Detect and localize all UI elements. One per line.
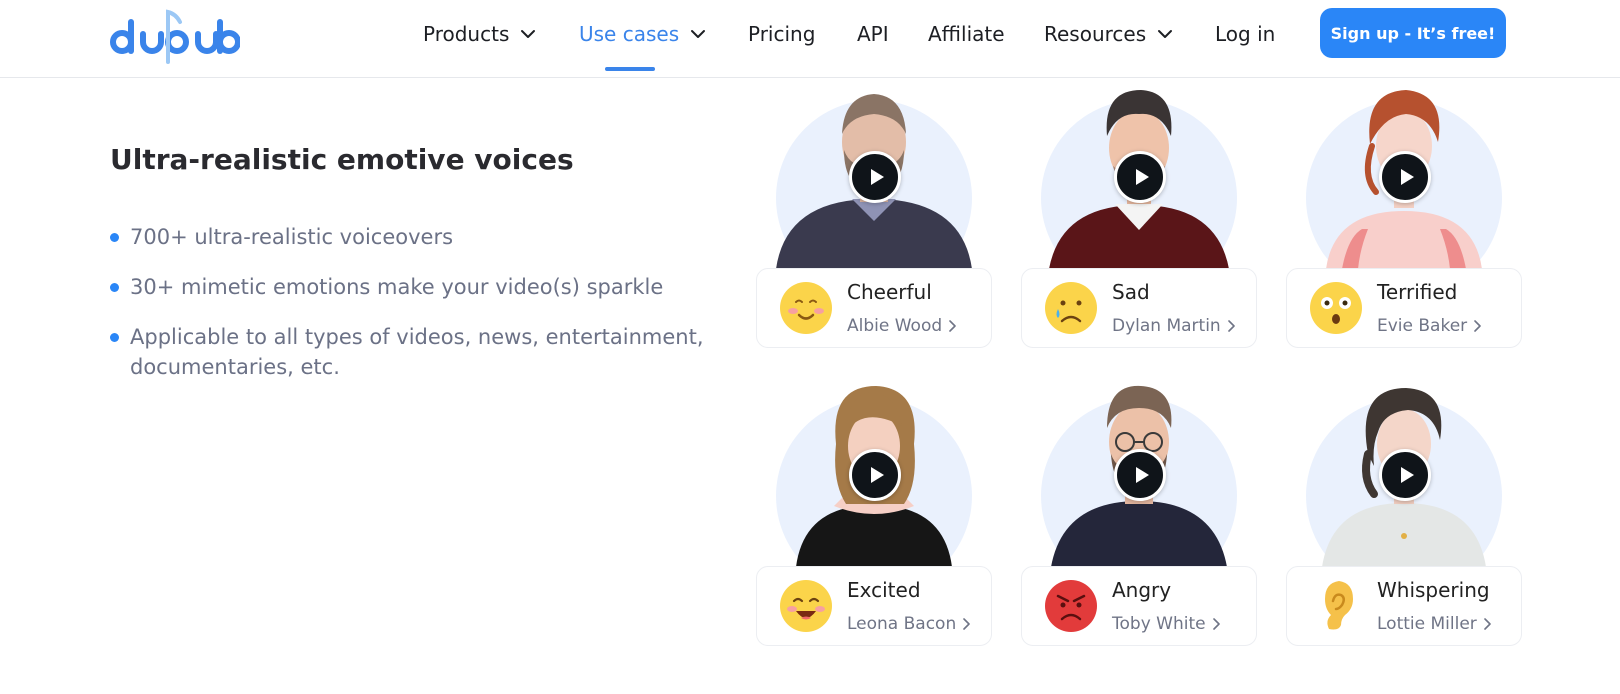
voice-info-box: Angry Toby White [1021,566,1257,646]
feature-item: Applicable to all types of videos, news,… [110,322,750,382]
emotion-label: Cheerful [847,280,932,304]
speaker-link[interactable]: Dylan Martin [1112,316,1237,336]
nav-resources-label: Resources [1044,22,1147,46]
feature-item: 700+ ultra-realistic voiceovers [110,222,750,252]
cheerful-emoji [780,282,832,334]
chevron-right-icon [1483,618,1491,630]
section-title: Ultra-realistic emotive voices [110,143,574,176]
voice-card-cheerful: Cheerful Albie Wood [756,86,992,372]
play-button[interactable] [1114,449,1166,501]
terrified-emoji [1310,282,1362,334]
ear-emoji [1325,581,1353,630]
voice-card-angry: Angry Toby White [1021,384,1257,670]
nav-affiliate-label: Affiliate [928,22,1005,46]
speaker-link[interactable]: Leona Bacon [847,614,972,634]
signup-button[interactable]: Sign up - It’s free! [1320,8,1506,58]
nav-api[interactable]: API [857,18,889,50]
feature-text: Applicable to all types of videos, news,… [130,325,704,379]
nav-use-cases[interactable]: Use cases [579,18,707,50]
feature-text: 700+ ultra-realistic voiceovers [130,225,454,249]
play-icon [870,169,884,185]
chevron-right-icon [1474,320,1481,332]
speaker-link[interactable]: Evie Baker [1377,316,1483,336]
play-icon [1135,169,1149,185]
play-icon [870,467,884,483]
bullet-icon [110,333,119,342]
chevron-down-icon [1158,30,1173,38]
chevron-right-icon [949,320,956,332]
nav-pricing-label: Pricing [748,22,816,46]
emotion-label: Terrified [1377,280,1458,304]
nav-login[interactable]: Log in [1215,18,1275,50]
speaker-name: Leona Bacon [847,614,957,634]
play-icon [1400,169,1414,185]
emotion-label: Excited [847,578,921,602]
nav-resources[interactable]: Resources [1044,18,1174,50]
angry-emoji [1045,580,1097,632]
excited-emoji [780,580,832,632]
play-button[interactable] [1379,449,1431,501]
voice-info-box: Terrified Evie Baker [1286,268,1522,348]
voice-info-box: Sad Dylan Martin [1021,268,1257,348]
nav-products-label: Products [423,22,510,46]
voice-info-box: Whispering Lottie Miller [1286,566,1522,646]
speaker-name: Evie Baker [1377,316,1468,336]
chevron-right-icon [1212,618,1220,630]
voice-card-terrified: Terrified Evie Baker [1286,86,1522,372]
speaker-name: Toby White [1112,614,1206,634]
voice-info-box: Excited Leona Bacon [756,566,992,646]
play-button[interactable] [849,449,901,501]
voice-info-box: Cheerful Albie Wood [756,268,992,348]
speaker-name: Dylan Martin [1112,316,1221,336]
voice-card-sad: Sad Dylan Martin [1021,86,1257,372]
speaker-name: Lottie Miller [1377,614,1477,634]
play-icon [1135,467,1149,483]
bullet-icon [110,283,119,292]
speaker-link[interactable]: Toby White [1112,614,1222,634]
emotion-label: Sad [1112,280,1150,304]
chevron-down-icon [691,30,706,38]
sad-emoji [1045,282,1097,334]
voice-card-excited: Excited Leona Bacon [756,384,992,670]
dupdub-logo[interactable] [110,4,241,66]
feature-list: 700+ ultra-realistic voiceovers 30+ mime… [110,222,750,402]
emotion-label: Whispering [1377,578,1490,602]
play-icon [1400,467,1414,483]
nav-api-label: API [857,22,889,46]
nav-products[interactable]: Products [423,18,537,50]
feature-item: 30+ mimetic emotions make your video(s) … [110,272,750,302]
chevron-right-icon [963,618,971,630]
nav-use-cases-label: Use cases [579,22,680,46]
speaker-link[interactable]: Albie Wood [847,316,958,336]
emotion-label: Angry [1112,578,1172,602]
voice-card-whispering: Whispering Lottie Miller [1286,384,1522,670]
play-button[interactable] [849,151,901,203]
nav-affiliate[interactable]: Affiliate [928,18,1005,50]
chevron-right-icon [1227,320,1235,332]
feature-text: 30+ mimetic emotions make your video(s) … [130,275,664,299]
site-header: Products Use cases Pricing API Affiliate… [0,0,1620,78]
play-button[interactable] [1379,151,1431,203]
nav-login-label: Log in [1215,22,1276,46]
play-button[interactable] [1114,151,1166,203]
speaker-link[interactable]: Lottie Miller [1377,614,1493,634]
chevron-down-icon [521,30,536,38]
bullet-icon [110,233,119,242]
active-nav-indicator [605,67,655,71]
nav-pricing[interactable]: Pricing [748,18,815,50]
speaker-name: Albie Wood [847,316,943,336]
